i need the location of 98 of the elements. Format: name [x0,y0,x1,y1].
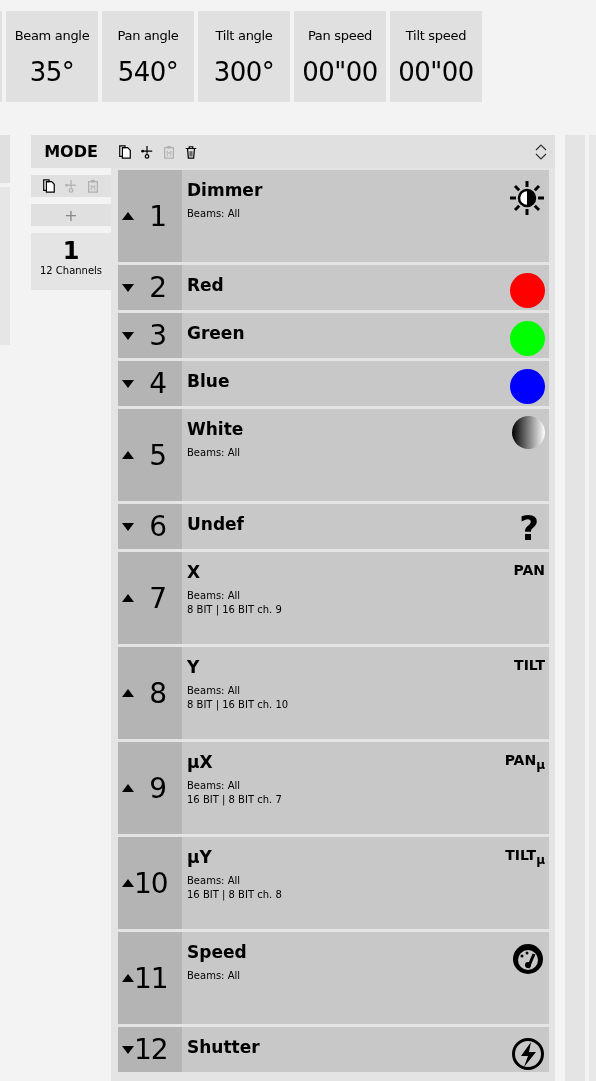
channel-number: 9 [149,771,166,805]
copy-icon[interactable] [118,143,132,160]
channel-row[interactable]: Blue [182,361,549,406]
caret-up-icon[interactable] [122,974,134,982]
property-value: 00"00 [302,57,378,87]
channel-name: Green [187,323,245,343]
property-label: Pan angle [117,28,179,43]
caret-down-icon[interactable] [122,379,134,388]
channel-name: X [187,562,202,582]
channel-name: Blue [187,371,230,391]
lightning-icon [511,1037,545,1071]
channel-number: 11 [134,961,168,995]
channel-number: 10 [134,866,168,900]
caret-up-icon[interactable] [122,212,134,220]
cut-icon[interactable] [140,143,154,160]
channel-detail: Beams: All [187,970,242,981]
channel-number-cell[interactable]: 10 [118,837,182,929]
channel-name: Dimmer [187,180,263,200]
property-label: Beam angle [14,28,90,43]
channel-number: 12 [134,1033,168,1066]
caret-up-icon[interactable] [122,879,134,887]
channel-row[interactable]: Shutter [182,1027,549,1072]
channel-number: 2 [149,271,166,304]
gradient-icon [512,416,545,449]
channel-row[interactable]: Dimmer Beams: All [182,170,549,262]
channel-type-label: PAN [513,562,545,578]
channel-name: Red [187,275,224,295]
channel-row[interactable]: Red [182,265,549,310]
caret-up-icon[interactable] [122,451,134,459]
channel-number-cell[interactable]: 6 [118,504,182,549]
channel-row[interactable]: Green [182,313,549,358]
caret-down-icon[interactable] [122,522,134,531]
property-value: 540° [117,57,179,87]
channel-number-cell[interactable]: 5 [118,409,182,501]
channel-row[interactable]: µX Beams: All 16 BIT | 8 BIT ch. 7 PAN$_{µ}$ [182,742,549,834]
channel-name: Undef [187,514,244,534]
channel-row[interactable]: Speed Beams: All [182,932,549,1024]
half-sun-icon [509,180,545,216]
channel-name: Shutter [187,1037,260,1057]
channel-number: 7 [149,581,166,615]
channel-row[interactable]: µY Beams: All 16 BIT | 8 BIT ch. 8 TILT$_{µ}$ [182,837,549,929]
property-value: 00"00 [398,57,474,87]
channel-number-cell[interactable]: 4 [118,361,182,406]
property-label: Tilt angle [215,28,273,43]
channel-number: 3 [149,319,166,352]
channel-number-cell[interactable]: 7 [118,552,182,644]
channel-detail: Beams: All [187,590,242,601]
channel-number-cell[interactable]: 11 [118,932,182,1024]
channel-number-cell[interactable]: 12 [118,1027,182,1072]
gauge-icon [511,942,545,976]
mode-number: 1 [62,237,80,265]
caret-down-icon[interactable] [122,331,134,340]
channel-type-label: PAN$_{µ}$ [504,752,545,772]
channel-name: µY [187,847,213,867]
channel-detail: Beams: All [187,208,242,219]
channel-row[interactable]: Undef ? [182,504,549,549]
channel-detail: Beams: All [187,447,242,458]
caret-up-icon[interactable] [122,784,134,792]
channel-number-cell[interactable]: 2 [118,265,182,310]
channel-count: 12 Channels [39,265,103,276]
caret-up-icon[interactable] [122,689,134,697]
property-value: 35° [29,57,75,87]
channel-row[interactable]: Y Beams: All 8 BIT | 16 BIT ch. 10 TILT [182,647,549,739]
caret-up-icon[interactable] [122,594,134,602]
panel-title: MODE [43,142,99,161]
channel-type-label: TILT [514,657,545,673]
channel-name: White [187,419,244,439]
channel-row[interactable]: X Beams: All 8 BIT | 16 BIT ch. 9 PAN [182,552,549,644]
channel-number: 5 [149,438,166,472]
channel-row[interactable]: White Beams: All [182,409,549,501]
channel-detail: 8 BIT | 16 BIT ch. 10 [187,699,289,710]
channel-number-cell[interactable]: 1 [118,170,182,262]
channel-number-cell[interactable]: 9 [118,742,182,834]
channel-detail: Beams: All [187,875,242,886]
channel-detail: 16 BIT | 8 BIT ch. 8 [187,889,282,900]
copy-icon[interactable] [42,178,56,194]
channel-detail: Beams: All [187,685,242,696]
channel-name: Speed [187,942,247,962]
property-label: Tilt speed [405,28,467,43]
channel-detail: 16 BIT | 8 BIT ch. 7 [187,794,282,805]
caret-down-icon[interactable] [122,283,134,292]
channel-name: µX [187,752,214,772]
channel-number: 1 [149,199,166,233]
trash-icon[interactable] [184,143,198,160]
channel-number: 8 [149,676,166,710]
channel-detail: 8 BIT | 16 BIT ch. 9 [187,604,282,615]
channel-type-label: TILT$_{µ}$ [505,847,545,867]
property-label: Pan speed [307,28,373,43]
channel-detail: Beams: All [187,780,242,791]
property-value: 300° [213,57,275,87]
question-icon: ? [519,511,539,545]
channel-number: 6 [149,510,166,543]
channel-number-cell[interactable]: 8 [118,647,182,739]
caret-down-icon[interactable] [122,1045,134,1054]
channel-number: 4 [149,367,166,400]
mode-card[interactable]: 1 12 Channels [31,233,111,290]
channel-number-cell[interactable]: 3 [118,313,182,358]
channel-name: Y [187,657,201,677]
